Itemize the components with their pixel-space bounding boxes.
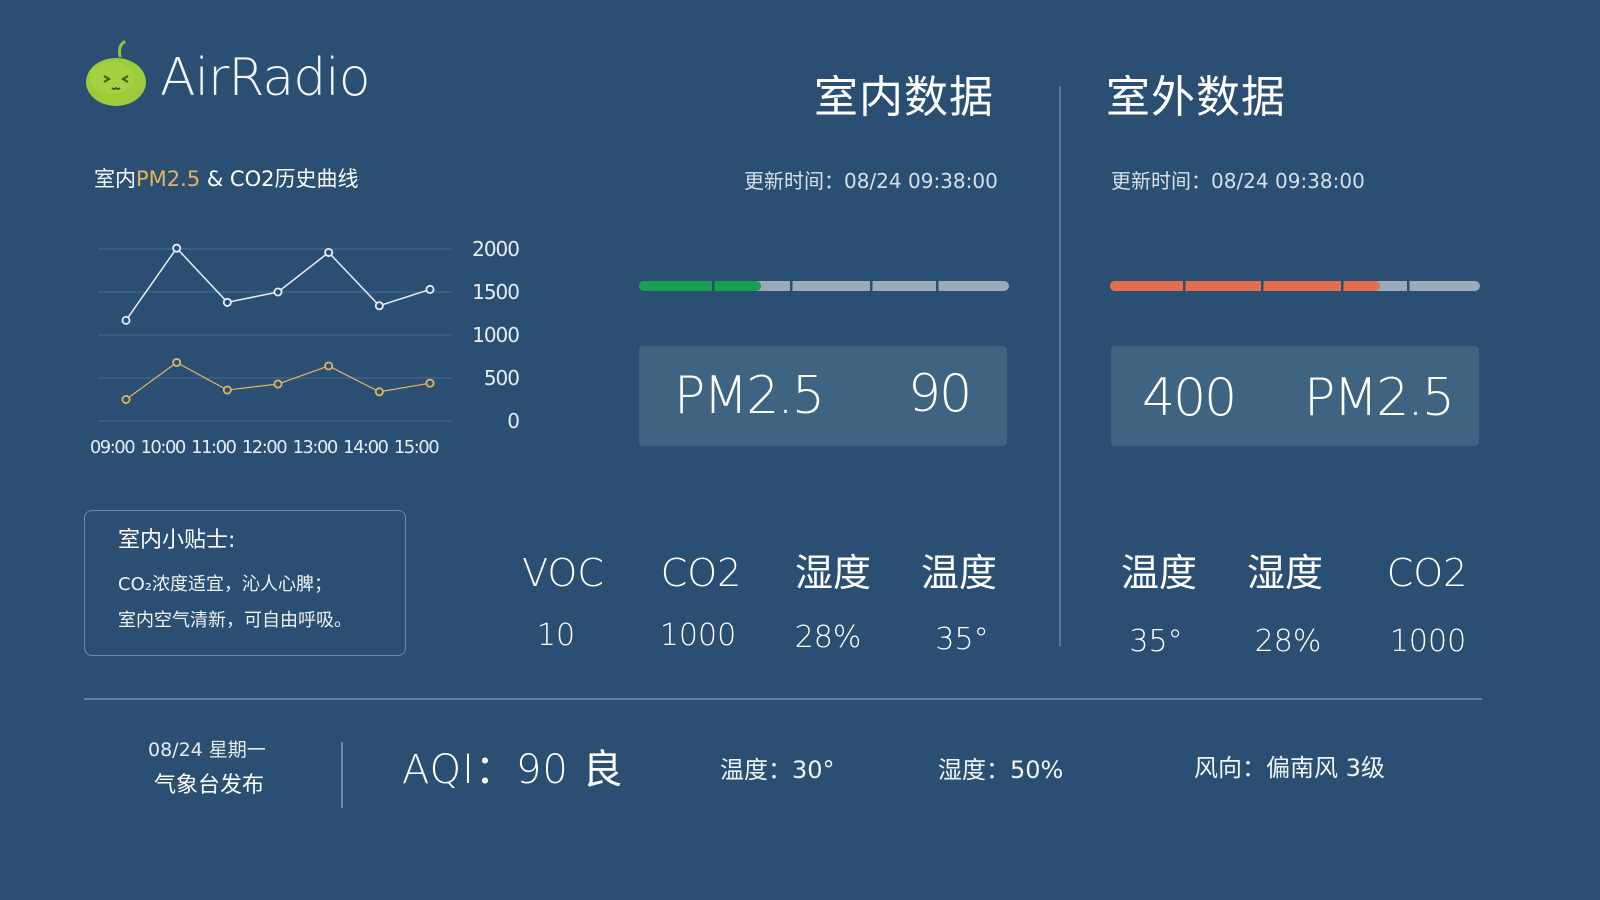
aqi-reading: AQI：90 良 — [402, 747, 624, 793]
bottom-divider — [84, 698, 1482, 700]
outdoor-update-time: 更新时间：08/24 09:38:00 — [1111, 169, 1365, 193]
outdoor-bar-separator — [1183, 281, 1186, 291]
outdoor-bar-separator — [1407, 281, 1410, 291]
outdoor-metric-temperature-value: 35° — [1129, 624, 1183, 659]
tips-line-2: 室内空气清新，可自由呼吸。 — [118, 610, 352, 631]
chart-data-point — [172, 243, 182, 253]
bottom-temperature: 温度：30° — [720, 756, 835, 784]
outdoor-metric-co2-value: 1000 — [1389, 624, 1467, 659]
chart-y-tick-label: 1000 — [472, 323, 519, 347]
indoor-title: 室内数据 — [814, 72, 994, 123]
chart-title-accent: PM2.5 — [136, 167, 201, 191]
chart-title-prefix: 室内 — [94, 167, 136, 191]
outdoor-level-bar — [1110, 281, 1480, 291]
chart-y-tick-label: 0 — [507, 409, 519, 433]
indoor-metric-co2-value: 1000 — [659, 618, 737, 653]
outdoor-bar-separator — [1261, 281, 1264, 291]
bottom-source: 气象台发布 — [154, 773, 265, 798]
mascot-logo-icon — [86, 40, 146, 106]
indoor-metric-voc-value: 10 — [536, 618, 576, 653]
outdoor-bar-separator — [1341, 281, 1344, 291]
indoor-metric-co2-label: CO2 — [660, 551, 742, 595]
chart-y-tick-label: 1500 — [472, 280, 519, 304]
chart-data-point — [172, 358, 182, 368]
outdoor-card-label: PM2.5 — [1304, 368, 1455, 428]
outdoor-metric-co2-label: CO2 — [1386, 551, 1468, 595]
chart-x-tick-label: 09:00 — [90, 437, 135, 458]
outdoor-metric-humidity-label: 湿度 — [1246, 551, 1323, 595]
outdoor-title: 室外数据 — [1106, 72, 1286, 123]
app-logo-text: AirRadio — [160, 48, 371, 108]
indoor-level-bar — [639, 281, 1009, 291]
indoor-card-value: 90 — [908, 364, 972, 424]
outdoor-card-value: 400 — [1142, 368, 1237, 428]
chart-x-tick-label: 13:00 — [292, 437, 337, 458]
outdoor-metric-humidity-value: 28% — [1254, 624, 1322, 659]
chart-data-point — [121, 315, 131, 325]
chart-x-tick-label: 12:00 — [242, 437, 287, 458]
chart-data-point — [324, 361, 334, 371]
chart-data-point — [273, 379, 283, 389]
indoor-metric-voc-label: VOC — [522, 551, 604, 595]
airradio-dashboard: AirRadio 室内PM2.5 & CO2历史曲线 2000 1500 1000 5… — [0, 0, 1568, 882]
indoor-metric-temperature-label: 温度 — [920, 551, 997, 595]
chart-title-suffix: & CO2历史曲线 — [200, 167, 359, 191]
chart-data-point — [374, 387, 384, 397]
chart-data-point — [222, 297, 232, 307]
history-line-chart: 2000 1500 1000 500 0 09:00 10:00 11:00 12:00 13:0… — [90, 237, 520, 458]
outdoor-bar-fill — [1110, 281, 1381, 291]
bottom-date: 08/24 星期一 — [148, 739, 266, 761]
chart-y-tick-label: 2000 — [472, 237, 519, 261]
chart-data-point — [222, 385, 232, 395]
bottom-divider-vertical — [341, 742, 343, 808]
chart-series-line — [125, 246, 431, 321]
outdoor-metric-temperature-label: 温度 — [1120, 551, 1197, 595]
indoor-bar-fill — [639, 281, 762, 291]
indoor-card-label: PM2.5 — [674, 366, 825, 426]
indoor-metric-humidity-value: 28% — [794, 620, 862, 655]
indoor-bar-separator — [790, 281, 793, 291]
chart-y-tick-label: 500 — [484, 366, 519, 390]
indoor-bar-separator — [870, 281, 873, 291]
chart-x-tick-label: 11:00 — [191, 437, 236, 458]
chart-data-point — [121, 394, 131, 404]
tips-title: 室内小贴士: — [118, 528, 236, 553]
chart-data-point — [374, 301, 384, 311]
chart-x-tick-label: 14:00 — [343, 437, 388, 458]
section-divider — [1059, 86, 1061, 646]
chart-data-point — [425, 284, 435, 294]
chart-title: 室内PM2.5 & CO2历史曲线 — [94, 164, 358, 194]
chart-data-point — [425, 378, 435, 388]
bottom-humidity: 湿度：50% — [938, 756, 1064, 784]
chart-x-tick-label: 15:00 — [394, 437, 439, 458]
tips-line-1: CO₂浓度适宜，沁人心脾； — [118, 574, 332, 595]
chart-x-tick-label: 10:00 — [140, 437, 185, 458]
indoor-bar-separator — [936, 281, 939, 291]
indoor-metric-temperature-value: 35° — [935, 622, 989, 657]
indoor-metric-humidity-label: 湿度 — [794, 551, 871, 595]
bottom-wind: 风向：偏南风 3级 — [1194, 754, 1385, 782]
indoor-update-time: 更新时间：08/24 09:38:00 — [744, 169, 998, 193]
chart-data-point — [273, 287, 283, 297]
indoor-bar-separator — [712, 281, 715, 291]
chart-data-point — [324, 247, 334, 257]
